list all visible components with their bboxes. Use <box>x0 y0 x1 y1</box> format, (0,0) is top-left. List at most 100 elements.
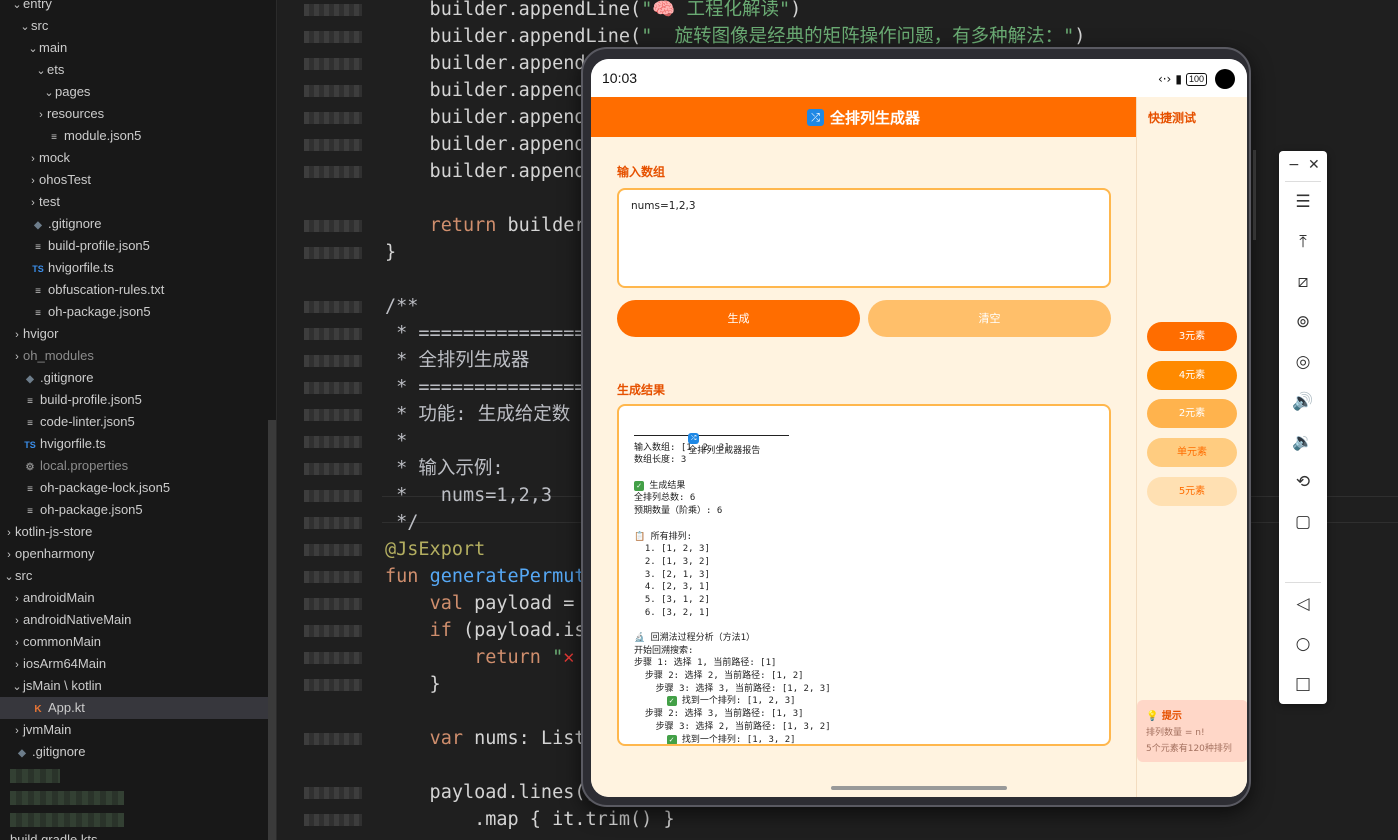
chevron-right-icon[interactable]: › <box>11 610 23 632</box>
line-number <box>304 787 362 799</box>
chevron-down-icon[interactable]: ⌄ <box>11 0 23 16</box>
tree-item[interactable]: ⌄entry <box>0 0 276 16</box>
quick-test-button[interactable]: 单元素 <box>1147 438 1237 468</box>
tree-item[interactable]: ⌄src <box>0 15 276 38</box>
chevron-right-icon[interactable]: › <box>11 720 23 742</box>
tree-item[interactable]: › openharmony <box>0 543 276 566</box>
home-indicator[interactable] <box>831 786 1007 790</box>
tree-item[interactable]: ⚙ local.properties <box>0 455 276 477</box>
line-number <box>304 814 362 826</box>
sidebar-scrollbar[interactable] <box>268 420 276 840</box>
code-line: /** <box>385 296 419 317</box>
crop-icon[interactable]: ⧄ <box>1279 267 1327 297</box>
code-line: builder.append <box>385 107 586 128</box>
chevron-right-icon[interactable]: › <box>11 346 23 368</box>
chevron-down-icon[interactable]: ⌄ <box>11 676 23 698</box>
result-line: 开始回溯搜索: <box>634 645 694 656</box>
quick-test-button[interactable]: 2元素 <box>1147 399 1237 429</box>
tree-item[interactable]: › mock <box>0 147 276 170</box>
tree-item-label: src <box>15 568 33 583</box>
home-icon[interactable]: ○ <box>1279 629 1327 659</box>
chevron-right-icon[interactable]: › <box>11 654 23 676</box>
chevron-down-icon[interactable]: ⌄ <box>35 60 47 82</box>
array-input[interactable]: nums=1,2,3 <box>617 188 1111 288</box>
tree-item[interactable]: ≡ build-profile.json5 <box>0 235 276 257</box>
tree-item[interactable]: K App.kt <box>0 697 276 719</box>
volume-up-icon[interactable]: 🔊 <box>1279 387 1327 417</box>
tree-item[interactable]: ⌄jsMain \ kotlin <box>0 675 276 698</box>
quick-test-button[interactable]: 4元素 <box>1147 360 1237 390</box>
chevron-down-icon[interactable]: ⌄ <box>3 566 15 588</box>
result-line: 步骤 2: 选择 2, 当前路径: [1, 2] <box>634 671 804 682</box>
editor-scrollbar[interactable] <box>1253 150 1256 240</box>
minimize-button[interactable]: − <box>1288 157 1300 173</box>
screen-record-icon[interactable]: ◎ <box>1279 347 1327 377</box>
tree-item[interactable]: › commonMain <box>0 631 276 654</box>
tree-item[interactable]: ≡ oh-package.json5 <box>0 301 276 323</box>
volume-down-icon[interactable]: 🔉 <box>1279 427 1327 457</box>
tree-item[interactable]: TS hvigorfile.ts <box>0 257 276 279</box>
json-file-icon: ≡ <box>35 242 41 253</box>
rotate-device-icon[interactable]: ⟲ <box>1279 467 1327 497</box>
fold-icon[interactable]: ▢ <box>1279 507 1327 537</box>
tree-item[interactable]: › androidMain <box>0 587 276 610</box>
recents-icon[interactable]: □ <box>1279 669 1327 699</box>
tree-item[interactable]: › ohosTest <box>0 169 276 192</box>
tree-item[interactable]: ◆ .gitignore <box>0 367 276 389</box>
result-output[interactable]: ⤮ 全排列生成器报告 输入数组: [1, 2, 3] 数组长度: 3 ✓ 生成结果全… <box>617 404 1111 746</box>
generate-button[interactable]: 生成 <box>617 300 860 337</box>
tree-item[interactable]: › jvmMain <box>0 719 276 742</box>
tree-item[interactable]: ≡ build-profile.json5 <box>0 389 276 411</box>
tree-item[interactable]: ≡ obfuscation-rules.txt <box>0 279 276 301</box>
chevron-down-icon[interactable]: ⌄ <box>27 38 39 60</box>
back-icon[interactable]: ◁ <box>1279 589 1327 619</box>
tree-item[interactable]: ≡ module.json5 <box>0 125 276 147</box>
tip-line: 排列数量 = n! <box>1146 728 1205 738</box>
tree-item[interactable]: › iosArm64Main <box>0 653 276 676</box>
code-line: val payload = <box>429 593 586 614</box>
close-button[interactable]: ✕ <box>1308 157 1320 173</box>
tree-item[interactable]: TS hvigorfile.ts <box>0 433 276 455</box>
chevron-right-icon[interactable]: › <box>3 544 15 566</box>
tree-item-label: hvigorfile.ts <box>40 436 106 451</box>
tree-item[interactable]: ⌄ets <box>0 59 276 82</box>
tree-item[interactable]: ⌄src <box>0 565 276 588</box>
rotate-icon[interactable]: ⊚ <box>1279 307 1327 337</box>
tree-item[interactable]: ⌄main <box>0 37 276 60</box>
chevron-down-icon[interactable]: ⌄ <box>19 16 31 38</box>
chevron-right-icon[interactable]: › <box>35 104 47 126</box>
menu-icon[interactable]: ☰ <box>1279 187 1327 217</box>
quick-test-button[interactable]: 3元素 <box>1147 322 1237 351</box>
tree-item[interactable]: build.gradle.kts <box>0 829 276 840</box>
code-line: * nums=1,2,3 <box>385 485 553 506</box>
tree-item[interactable]: ≡ oh-package.json5 <box>0 499 276 521</box>
chevron-right-icon[interactable]: › <box>27 170 39 192</box>
chevron-right-icon[interactable]: › <box>3 522 15 544</box>
status-icons: ‹·› ▮ 100 <box>1158 69 1235 89</box>
tree-item[interactable]: ≡ code-linter.json5 <box>0 411 276 433</box>
tree-item[interactable]: › androidNativeMain <box>0 609 276 632</box>
device-screen: 10:03 ‹·› ▮ 100 ⤮ 全排列生成器 输入数组 nums=1,2,3… <box>591 59 1247 797</box>
chevron-right-icon[interactable]: › <box>11 588 23 610</box>
tree-item[interactable]: › hvigor <box>0 323 276 346</box>
chevron-right-icon[interactable]: › <box>11 632 23 654</box>
tree-item[interactable]: › oh_modules <box>0 345 276 368</box>
result-lines: 输入数组: [1, 2, 3] 数组长度: 3 ✓ 生成结果 全排列总数: 6 预期数量… <box>634 442 1109 744</box>
pin-top-icon[interactable]: ⤒ <box>1279 227 1327 257</box>
chevron-down-icon[interactable]: ⌄ <box>43 82 55 104</box>
tree-item[interactable]: › kotlin-js-store <box>0 521 276 544</box>
clear-button[interactable]: 清空 <box>868 300 1111 337</box>
quick-test-button[interactable]: 5元素 <box>1147 476 1237 506</box>
line-number <box>304 490 362 502</box>
chevron-right-icon[interactable]: › <box>27 192 39 214</box>
code-line: } <box>385 674 441 695</box>
tree-item[interactable]: ◆ .gitignore <box>0 741 276 763</box>
tree-item[interactable]: ≡ oh-package-lock.json5 <box>0 477 276 499</box>
tree-item[interactable]: ⌄pages <box>0 81 276 104</box>
chevron-right-icon[interactable]: › <box>27 148 39 170</box>
chevron-right-icon[interactable]: › <box>11 324 23 346</box>
tree-item[interactable]: › test <box>0 191 276 214</box>
tree-item[interactable]: › resources <box>0 103 276 126</box>
tree-item[interactable]: ◆ .gitignore <box>0 213 276 235</box>
result-line: 4. [2, 3, 1] <box>634 582 710 593</box>
